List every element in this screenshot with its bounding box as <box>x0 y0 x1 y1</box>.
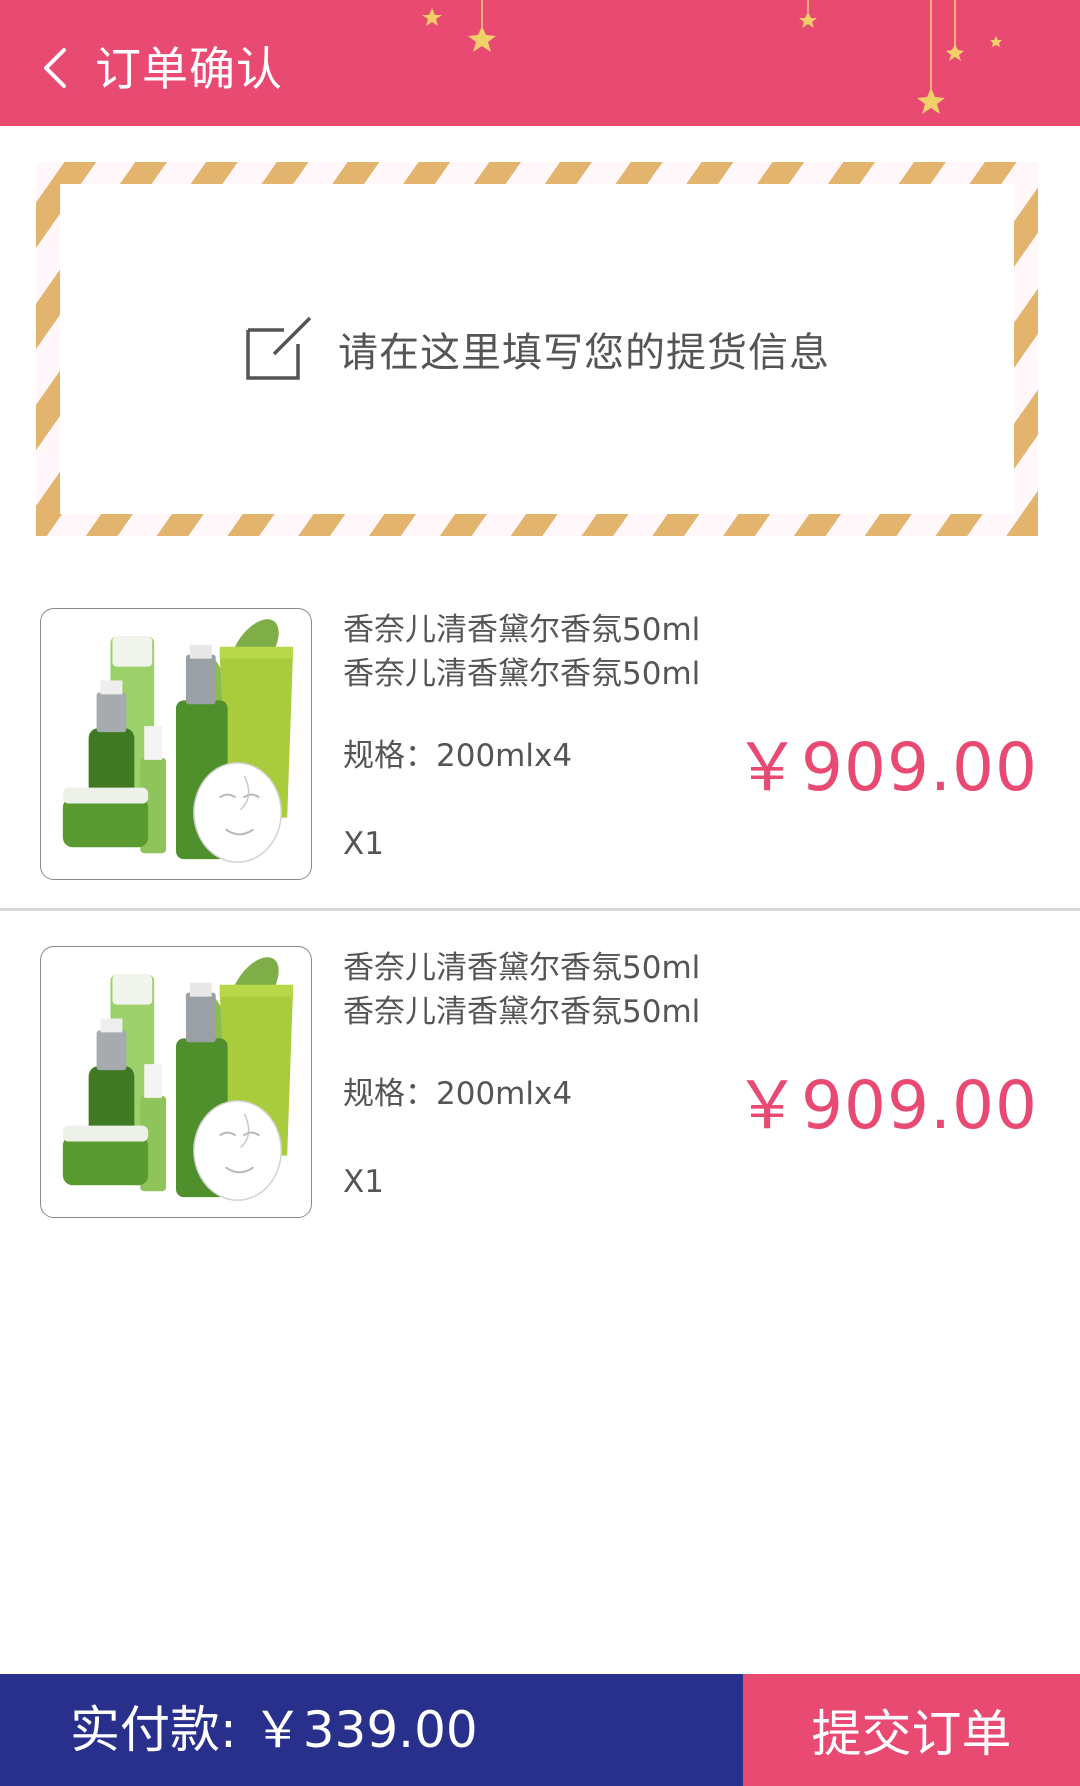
top-bar: 订单确认 <box>0 0 1080 126</box>
edit-icon <box>246 316 312 380</box>
product-quantity: X1 <box>343 826 384 862</box>
product-spec: 规格：200mlx4 <box>343 738 573 774</box>
submit-order-button[interactable]: 提交订单 <box>743 1674 1080 1786</box>
product-quantity: X1 <box>343 1164 384 1200</box>
product-name-line: 香奈儿清香黛尔香氛50ml <box>343 950 701 986</box>
total-panel: 实付款: ￥339.00 <box>0 1674 743 1786</box>
divider <box>0 908 1080 911</box>
product-price: ￥909.00 <box>734 729 1038 806</box>
product-name: 香奈儿清香黛尔香氛50ml 香奈儿清香黛尔香氛50ml <box>343 946 763 1034</box>
product-name: 香奈儿清香黛尔香氛50ml 香奈儿清香黛尔香氛50ml <box>343 608 763 696</box>
product-name-line: 香奈儿清香黛尔香氛50ml <box>343 656 701 692</box>
pickup-info-card[interactable]: 请在这里填写您的提货信息 <box>36 162 1038 536</box>
page-title: 订单确认 <box>95 42 283 96</box>
pickup-info-placeholder: 请在这里填写您的提货信息 <box>338 330 830 376</box>
product-spec: 规格：200mlx4 <box>343 1076 573 1112</box>
product-name-line: 香奈儿清香黛尔香氛50ml <box>343 612 701 648</box>
product-name-line: 香奈儿清香黛尔香氛50ml <box>343 994 701 1030</box>
back-button[interactable] <box>32 36 88 96</box>
total-amount: 实付款: ￥339.00 <box>70 1701 478 1759</box>
product-item[interactable]: 香奈儿清香黛尔香氛50ml 香奈儿清香黛尔香氛50ml 规格：200mlx4 X… <box>0 938 1080 1276</box>
product-price: ￥909.00 <box>734 1067 1038 1144</box>
bottom-bar: 实付款: ￥339.00 提交订单 <box>0 1674 1080 1786</box>
chevron-left-icon <box>44 48 66 88</box>
product-item[interactable]: 香奈儿清香黛尔香氛50ml 香奈儿清香黛尔香氛50ml 规格：200mlx4 X… <box>0 600 1080 938</box>
product-image <box>40 608 312 880</box>
product-image <box>40 946 312 1218</box>
pickup-info-inner[interactable]: 请在这里填写您的提货信息 <box>60 184 1014 514</box>
